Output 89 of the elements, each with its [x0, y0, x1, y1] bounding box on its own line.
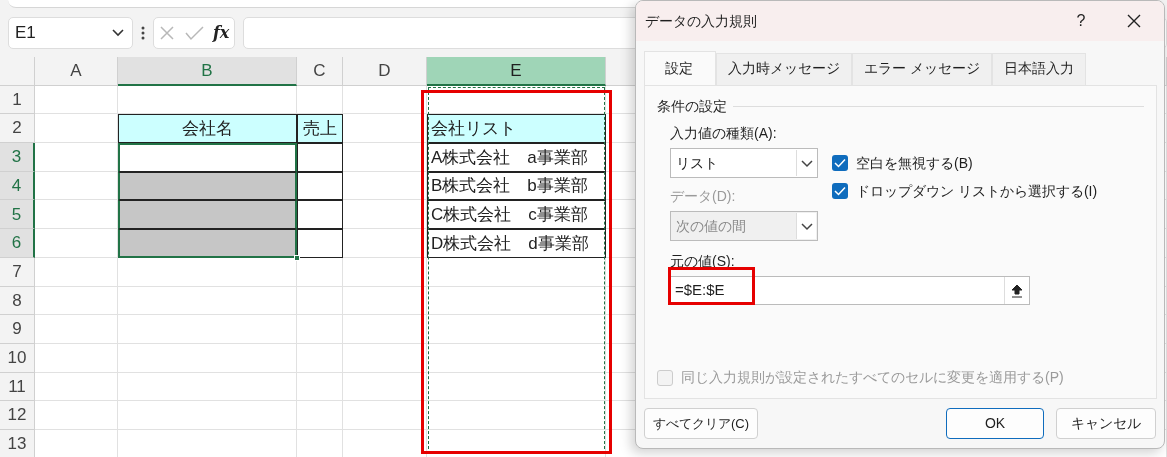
- grid-cell[interactable]: [35, 343, 118, 373]
- checkmark-icon: [834, 158, 846, 168]
- grid-cell[interactable]: [297, 315, 343, 344]
- close-icon: [1126, 13, 1142, 29]
- row-header[interactable]: 1: [0, 85, 35, 115]
- dropdown[interactable]: リスト: [670, 148, 818, 178]
- column-header[interactable]: C: [297, 57, 343, 86]
- grid-cell[interactable]: [297, 286, 343, 316]
- section-title: 条件の設定: [657, 97, 727, 116]
- field-label: データ(D):: [670, 187, 737, 206]
- row-header[interactable]: 9: [0, 315, 35, 344]
- source-field[interactable]: =$E:$E: [670, 276, 1030, 305]
- table-cell: 会社リスト: [427, 114, 606, 144]
- grid-cell[interactable]: [427, 315, 606, 344]
- grid-cell[interactable]: [343, 257, 427, 287]
- fill-handle[interactable]: [294, 254, 300, 261]
- grid-cell[interactable]: [118, 372, 297, 402]
- grid-cell[interactable]: [118, 286, 297, 316]
- table-cell: A株式会社 a事業部: [427, 143, 606, 172]
- grid-cell[interactable]: [343, 343, 427, 373]
- upload-arrow-icon: [1011, 283, 1023, 298]
- grid-cell[interactable]: [35, 401, 118, 430]
- field-label: 入力値の種類(A):: [670, 124, 778, 143]
- cancel-icon[interactable]: [158, 24, 175, 41]
- table-cell: 会社名: [118, 114, 297, 144]
- row-header[interactable]: 10: [0, 343, 35, 373]
- grid-cell[interactable]: [427, 343, 606, 373]
- checkbox[interactable]: [832, 155, 848, 171]
- checkbox-label[interactable]: ドロップダウン リストから選択する(I): [856, 180, 1098, 202]
- more-options-icon[interactable]: [141, 24, 145, 41]
- tab[interactable]: エラー メッセージ: [852, 53, 992, 85]
- column-header[interactable]: D: [343, 57, 427, 86]
- checkbox-label[interactable]: 空白を無視する(B): [856, 152, 973, 174]
- grid-cell[interactable]: [343, 200, 427, 230]
- checkbox[interactable]: [832, 183, 848, 199]
- name-box[interactable]: E1: [8, 16, 133, 49]
- grid-cell[interactable]: [427, 286, 606, 316]
- checkmark-icon: [834, 186, 846, 196]
- grid-cell[interactable]: [118, 315, 297, 344]
- table-cell: D株式会社 d事業部: [427, 229, 606, 258]
- tab[interactable]: 入力時メッセージ: [716, 53, 852, 85]
- row-header[interactable]: 5: [0, 200, 35, 230]
- row-header[interactable]: 11: [0, 372, 35, 402]
- grid-cell[interactable]: [118, 343, 297, 373]
- column-header[interactable]: B: [118, 57, 297, 86]
- grid-cell[interactable]: [427, 257, 606, 287]
- grid-cell[interactable]: [35, 143, 118, 172]
- grid-cell[interactable]: [427, 401, 606, 430]
- grid-cell[interactable]: [297, 343, 343, 373]
- column-header[interactable]: E: [427, 57, 606, 86]
- grid-cell[interactable]: [35, 257, 118, 287]
- grid-cell[interactable]: [35, 85, 118, 115]
- row-header[interactable]: 13: [0, 429, 35, 457]
- dialog-button[interactable]: すべてクリア(C): [644, 408, 759, 439]
- checkmark-icon[interactable]: [183, 24, 204, 41]
- grid-cell[interactable]: [343, 143, 427, 172]
- grid-cell[interactable]: [118, 401, 297, 430]
- help-button[interactable]: ?: [1058, 9, 1104, 33]
- tab[interactable]: 日本語入力: [991, 53, 1086, 85]
- row-header[interactable]: 6: [0, 229, 35, 258]
- dialog-title: データの入力規則: [645, 11, 758, 31]
- row-header[interactable]: 7: [0, 257, 35, 287]
- grid-cell[interactable]: [343, 286, 427, 316]
- row-header[interactable]: 8: [0, 286, 35, 316]
- grid-cell[interactable]: [297, 401, 343, 430]
- grid-cell[interactable]: [35, 315, 118, 344]
- insert-function-button[interactable]: fx: [212, 20, 230, 45]
- grid-cell[interactable]: [343, 171, 427, 201]
- table-cell: C株式会社 c事業部: [427, 200, 606, 230]
- row-header[interactable]: 4: [0, 171, 35, 201]
- row-header[interactable]: 2: [0, 114, 35, 144]
- grid-cell[interactable]: [343, 372, 427, 402]
- dialog-button[interactable]: OK: [946, 408, 1044, 439]
- grid-cell[interactable]: [343, 229, 427, 258]
- grid-cell[interactable]: [35, 286, 118, 316]
- grid-cell[interactable]: [343, 315, 427, 344]
- grid-cell[interactable]: [343, 401, 427, 430]
- column-header[interactable]: A: [35, 57, 118, 86]
- select-all-corner[interactable]: [0, 57, 35, 86]
- tab[interactable]: 設定: [644, 51, 716, 85]
- table-cell: B株式会社 b事業部: [427, 171, 606, 201]
- table-cell: 売上: [297, 114, 343, 144]
- grid-cell[interactable]: [343, 85, 427, 115]
- grid-cell[interactable]: [297, 372, 343, 402]
- grid-cell[interactable]: [35, 372, 118, 402]
- row-header[interactable]: 3: [0, 143, 35, 172]
- grid-cell[interactable]: [427, 372, 606, 402]
- dialog-button[interactable]: キャンセル: [1056, 408, 1156, 439]
- row-header[interactable]: 12: [0, 401, 35, 430]
